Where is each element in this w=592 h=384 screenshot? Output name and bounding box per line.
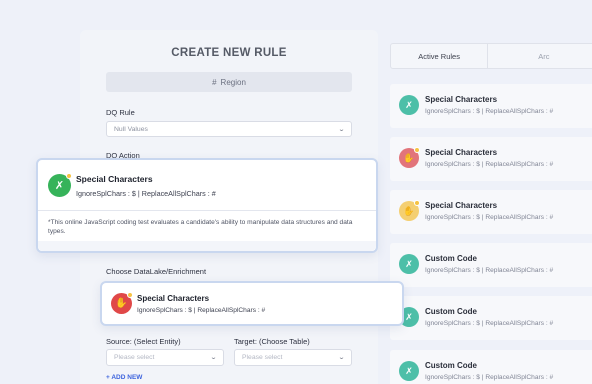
target-select[interactable]: Please select ⌄	[234, 349, 352, 366]
rule-params: IgnoreSplChars : $ | ReplaceAllSplChars …	[425, 267, 554, 274]
card-params: IgnoreSplChars : $ | ReplaceAllSplChars …	[137, 307, 266, 314]
rule-name: Special Characters	[425, 148, 498, 157]
chevron-down-icon: ⌄	[337, 126, 346, 133]
region-button[interactable]: # Region	[106, 72, 352, 92]
rule-params: IgnoreSplChars : $ | ReplaceAllSplChars …	[425, 320, 554, 327]
dq-rule-select[interactable]: Null Values ⌄	[106, 121, 352, 137]
tools-icon: ✗	[48, 173, 72, 197]
card-description: *This online JavaScript coding test eval…	[48, 219, 353, 235]
status-dot	[414, 147, 420, 153]
tools-icon: ✗	[399, 254, 419, 274]
tools-icon: ✗	[399, 361, 419, 381]
rule-item[interactable]: ✗ Custom Code IgnoreSplChars : $ | Repla…	[390, 243, 592, 287]
rule-name: Special Characters	[425, 201, 498, 210]
divider	[38, 210, 376, 211]
hash-icon: #	[212, 77, 217, 87]
rule-item[interactable]: ✗ Custom Code IgnoreSplChars : $ | Repla…	[390, 350, 592, 384]
target-placeholder: Please select	[242, 354, 283, 361]
rule-item[interactable]: ✋ Special Characters IgnoreSplChars : $ …	[390, 190, 592, 234]
choose-datalake-label: Choose DataLake/Enrichment	[106, 267, 207, 276]
source-placeholder: Please select	[114, 354, 155, 361]
hand-icon: ✋	[111, 292, 133, 314]
rule-params: IgnoreSplChars : $ | ReplaceAllSplChars …	[425, 214, 554, 221]
source-select[interactable]: Please select ⌄	[106, 349, 224, 366]
card-title: Special Characters	[76, 174, 153, 184]
card-title: Special Characters	[137, 294, 210, 303]
rule-item[interactable]: ✋ Special Characters IgnoreSplChars : $ …	[390, 137, 592, 181]
rule-name: Custom Code	[425, 361, 477, 370]
rule-params: IgnoreSplChars : $ | ReplaceAllSplChars …	[425, 161, 554, 168]
tools-icon: ✗	[399, 95, 419, 115]
source-label: Source: (Select Entity)	[106, 337, 181, 346]
dq-rule-value: Null Values	[114, 125, 148, 133]
chevron-down-icon: ⌄	[209, 355, 218, 361]
panel-title: CREATE NEW RULE	[171, 47, 287, 59]
status-dot	[127, 292, 133, 298]
region-label: Region	[220, 77, 246, 87]
rule-params: IgnoreSplChars : $ | ReplaceAllSplChars …	[425, 374, 554, 381]
rules-tabs: Active Rules Arc	[390, 43, 592, 69]
rule-item[interactable]: ✗ Custom Code IgnoreSplChars : $ | Repla…	[390, 296, 592, 340]
hand-icon: ✋	[399, 200, 420, 221]
special-characters-card-red[interactable]: ✋ Special Characters IgnoreSplChars : $ …	[100, 281, 404, 326]
status-dot	[414, 200, 420, 206]
rule-name: Custom Code	[425, 307, 477, 316]
rule-item[interactable]: ✗ Special Characters IgnoreSplChars : $ …	[390, 84, 592, 128]
status-dot	[66, 173, 72, 179]
rule-name: Custom Code	[425, 254, 477, 263]
add-new-link[interactable]: + ADD NEW	[106, 374, 142, 381]
special-characters-card[interactable]: ✗ Special Characters IgnoreSplChars : $ …	[36, 158, 378, 253]
rules-panel: Active Rules Arc ✗ Special Characters Ig…	[380, 30, 592, 384]
hand-icon: ✋	[399, 147, 420, 168]
tab-active-rules[interactable]: Active Rules	[391, 44, 487, 68]
tab-archived[interactable]: Arc	[487, 44, 592, 68]
card-footer	[38, 241, 376, 251]
dq-rule-label: DQ Rule	[106, 108, 135, 117]
rule-params: IgnoreSplChars : $ | ReplaceAllSplChars …	[425, 108, 554, 115]
chevron-down-icon: ⌄	[337, 355, 346, 361]
card-params: IgnoreSplChars : $ | ReplaceAllSplChars …	[76, 189, 216, 198]
target-label: Target: (Choose Table)	[234, 337, 310, 346]
rule-name: Special Characters	[425, 95, 498, 104]
